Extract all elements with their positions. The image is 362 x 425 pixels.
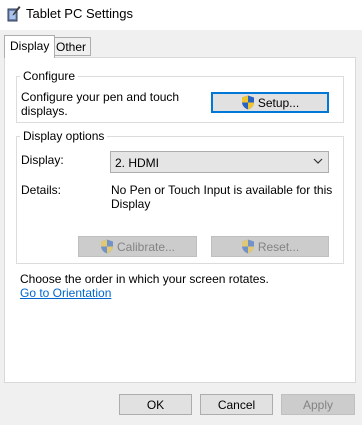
tablet-pen-icon [7, 6, 21, 22]
configure-description: Configure your pen and touch displays. [21, 90, 180, 118]
display-options-legend: Display options [23, 129, 105, 143]
details-label: Details: [21, 183, 62, 197]
apply-button[interactable]: Apply [281, 394, 355, 415]
calibrate-button-label: Calibrate... [116, 239, 176, 254]
dialog-button-bar: OK Cancel Apply [0, 383, 362, 425]
setup-button-label: Setup... [257, 95, 300, 110]
tab-display[interactable]: Display [4, 35, 56, 58]
uac-shield-icon [241, 95, 254, 110]
title-bar: Tablet PC Settings [0, 0, 362, 30]
configure-legend: Configure [23, 69, 76, 83]
ok-button[interactable]: OK [119, 394, 192, 415]
uac-shield-icon [241, 239, 254, 254]
reset-button[interactable]: Reset... [211, 236, 329, 257]
go-to-orientation-link[interactable]: Go to Orientation [20, 286, 111, 300]
reset-button-label: Reset... [257, 239, 300, 254]
calibrate-button[interactable]: Calibrate... [78, 236, 197, 257]
display-select[interactable]: 2. HDMI [110, 151, 329, 173]
tab-strip: Display Other [0, 30, 362, 58]
cancel-button[interactable]: Cancel [200, 394, 273, 415]
tab-panel-display: Configure Configure your pen and touch d… [4, 57, 356, 383]
chevron-down-icon [313, 158, 323, 164]
orientation-text: Choose the order in which your screen ro… [20, 272, 269, 286]
setup-button[interactable]: Setup... [211, 92, 329, 113]
details-text: No Pen or Touch Input is available for t… [111, 183, 333, 211]
display-label: Display: [21, 153, 64, 167]
tab-other[interactable]: Other [51, 37, 92, 56]
display-select-value: 2. HDMI [115, 156, 160, 170]
uac-shield-icon [100, 239, 113, 254]
window-title: Tablet PC Settings [26, 6, 133, 21]
